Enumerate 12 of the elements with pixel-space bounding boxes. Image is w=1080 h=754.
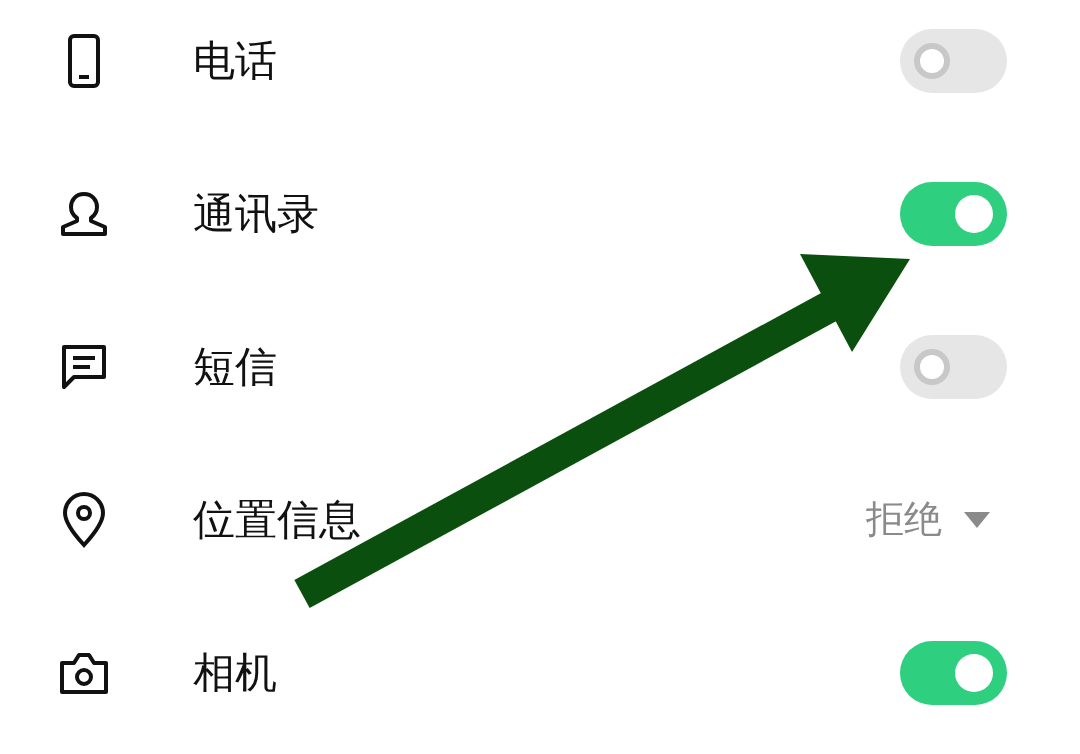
permission-label: 电话 bbox=[193, 35, 278, 87]
message-icon bbox=[60, 342, 108, 391]
permission-label: 相机 bbox=[193, 647, 278, 699]
phone-icon bbox=[67, 32, 101, 89]
camera-icon bbox=[59, 650, 109, 695]
permission-label: 短信 bbox=[193, 341, 278, 393]
location-pin-icon bbox=[62, 491, 106, 548]
dropdown-value[interactable]: 拒绝 bbox=[866, 491, 942, 548]
permission-label: 位置信息 bbox=[193, 494, 362, 546]
permission-label: 通讯录 bbox=[193, 188, 320, 240]
caret-icon[interactable] bbox=[964, 511, 990, 528]
person-icon bbox=[59, 190, 109, 237]
